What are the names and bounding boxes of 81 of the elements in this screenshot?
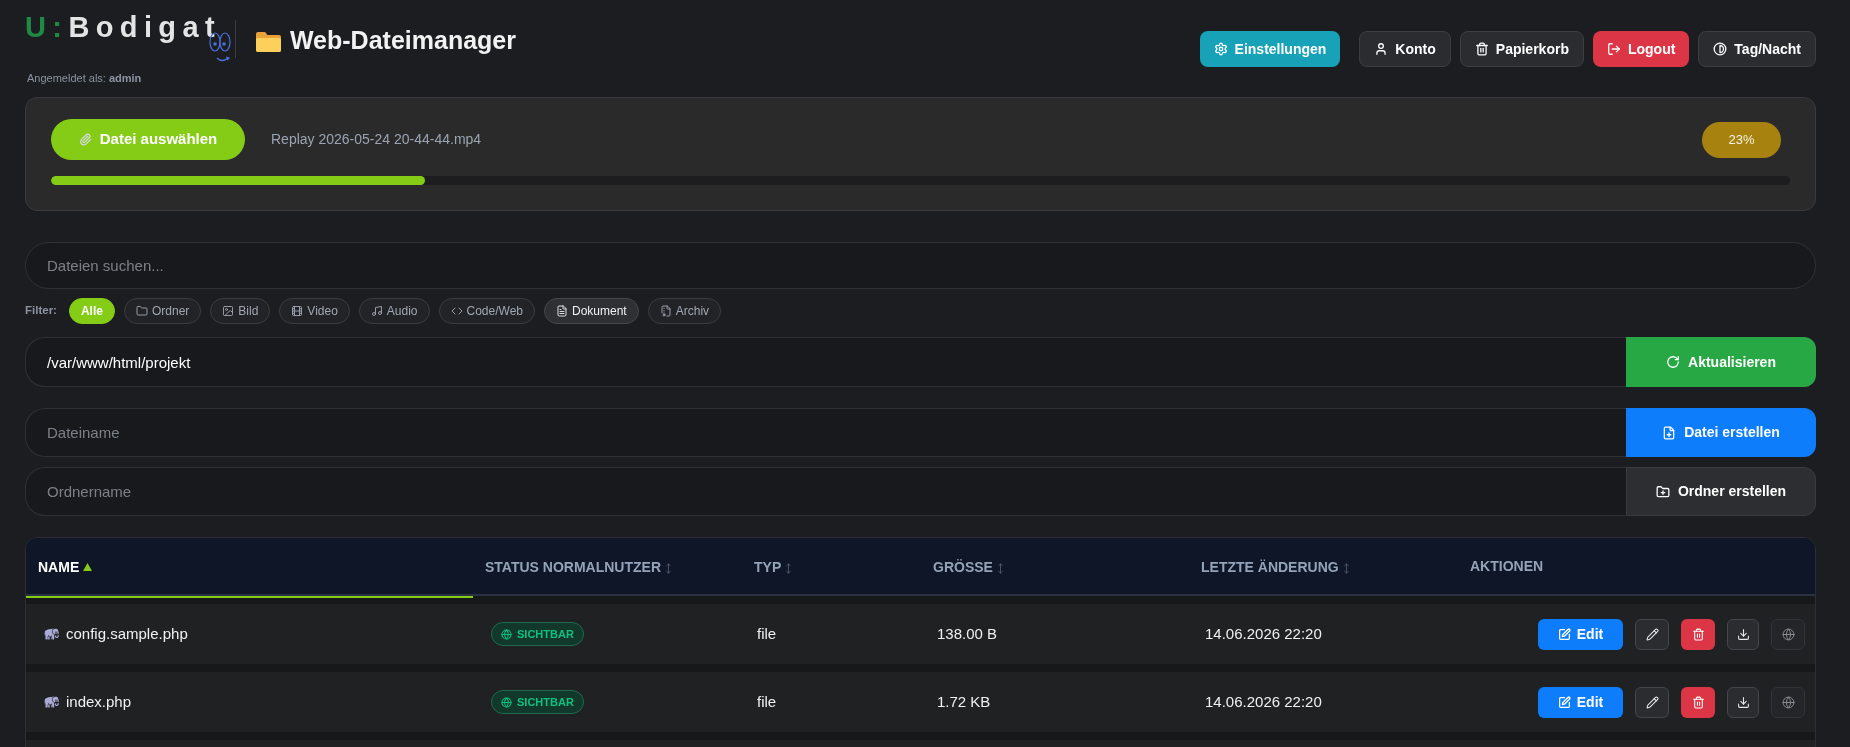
search-field[interactable]: Dateien suchen... — [25, 242, 1816, 289]
document-icon — [556, 305, 568, 317]
folder-icon — [135, 305, 148, 317]
column-header[interactable]: STATUS NORMALNUTZER — [473, 538, 742, 596]
path-field[interactable]: /var/www/html/projekt — [25, 337, 1626, 387]
globe-icon — [501, 628, 512, 640]
globe-icon — [501, 696, 512, 708]
create-file-button[interactable]: Datei erstellen — [1626, 408, 1816, 457]
login-info: Angemeldet als: admin — [27, 71, 142, 85]
file-type: file — [757, 693, 777, 710]
filter-label: Filter: — [25, 303, 57, 319]
filter-chip[interactable]: Dokument — [544, 298, 639, 324]
file-plus-icon — [1662, 425, 1677, 440]
column-header[interactable]: LETZTE ÄNDERUNG — [1189, 538, 1458, 596]
status-badge: SICHTBAR — [491, 622, 584, 646]
file-name: index.php — [66, 691, 132, 712]
column-header[interactable]: TYP — [742, 538, 921, 596]
logout-icon — [1606, 42, 1621, 56]
trash-icon — [1691, 627, 1705, 641]
pencil-icon — [1645, 627, 1659, 641]
header-button[interactable]: Konto — [1359, 31, 1451, 67]
settings-icon — [1213, 42, 1228, 56]
rename-button[interactable] — [1635, 686, 1669, 718]
edit-icon — [1557, 695, 1571, 709]
column-header[interactable]: GRÖSSE — [921, 538, 1189, 596]
logo: U:Bodigat — [25, 13, 221, 42]
download-button[interactable] — [1727, 618, 1759, 650]
modified-date: 14.06.2026 22:20 — [1205, 625, 1322, 642]
header-button[interactable]: Papierkorb — [1459, 31, 1584, 67]
filter-chip[interactable]: Audio — [358, 298, 430, 324]
app-title: Web-Dateimanager — [289, 25, 516, 55]
edit-button[interactable]: Edit — [1538, 686, 1623, 718]
download-icon — [1736, 695, 1750, 709]
header-button[interactable]: Logout — [1592, 31, 1690, 67]
file-size: 1.72 KB — [937, 693, 991, 710]
code-icon — [450, 305, 463, 317]
delete-button[interactable] — [1681, 686, 1715, 718]
public-link-button[interactable] — [1771, 618, 1805, 650]
download-button[interactable] — [1727, 686, 1759, 718]
trash-icon — [1691, 695, 1705, 709]
film-icon — [291, 305, 304, 317]
header-button[interactable]: Tag/Nacht — [1698, 31, 1816, 67]
public-link-button[interactable] — [1771, 686, 1805, 718]
music-icon — [370, 305, 383, 317]
name-field[interactable]: Dateiname — [25, 408, 1626, 457]
create-folder-button[interactable]: Ordner erstellen — [1626, 467, 1816, 516]
filter-chip[interactable]: Video — [279, 298, 350, 324]
filter-chip[interactable]: Archiv — [647, 298, 722, 324]
file-size: 138.00 B — [937, 625, 998, 642]
delete-button[interactable] — [1681, 618, 1715, 650]
download-icon — [1736, 627, 1750, 641]
progress-percent: 23% — [1702, 121, 1781, 158]
archive-icon — [659, 305, 672, 317]
status-badge: SICHTBAR — [491, 690, 584, 714]
globe-icon — [1781, 695, 1795, 709]
file-name: Replay 2026-05-24 20-44-44.mp4 — [271, 130, 482, 149]
edit-button[interactable]: Edit — [1538, 618, 1623, 650]
user-icon — [1374, 42, 1389, 56]
column-header: AKTIONEN — [1470, 556, 1544, 576]
filter-chip[interactable]: Code/Web — [438, 298, 535, 324]
modified-date: 14.06.2026 22:20 — [1205, 693, 1322, 710]
image-icon — [222, 305, 235, 317]
folder-plus-icon — [1655, 484, 1670, 499]
refresh-icon — [1666, 355, 1681, 369]
elephant-icon — [44, 626, 60, 642]
name-field[interactable]: Ordnername — [25, 467, 1626, 516]
column-header[interactable]: NAME — [26, 538, 473, 598]
folder-icon — [254, 31, 282, 53]
filter-chip[interactable]: Ordner — [123, 298, 202, 324]
edit-icon — [1557, 627, 1571, 641]
pencil-icon — [1645, 695, 1659, 709]
paperclip-icon — [78, 133, 92, 146]
file-type: file — [757, 625, 777, 642]
rename-button[interactable] — [1635, 618, 1669, 650]
file-name: config.sample.php — [66, 623, 188, 644]
sort-ascending-icon — [83, 563, 93, 571]
elephant-icon — [44, 694, 60, 710]
trash-icon — [1474, 42, 1489, 56]
filter-chip[interactable]: Bild — [210, 298, 271, 324]
globe-icon — [1781, 627, 1795, 641]
contrast-icon — [1713, 42, 1728, 56]
